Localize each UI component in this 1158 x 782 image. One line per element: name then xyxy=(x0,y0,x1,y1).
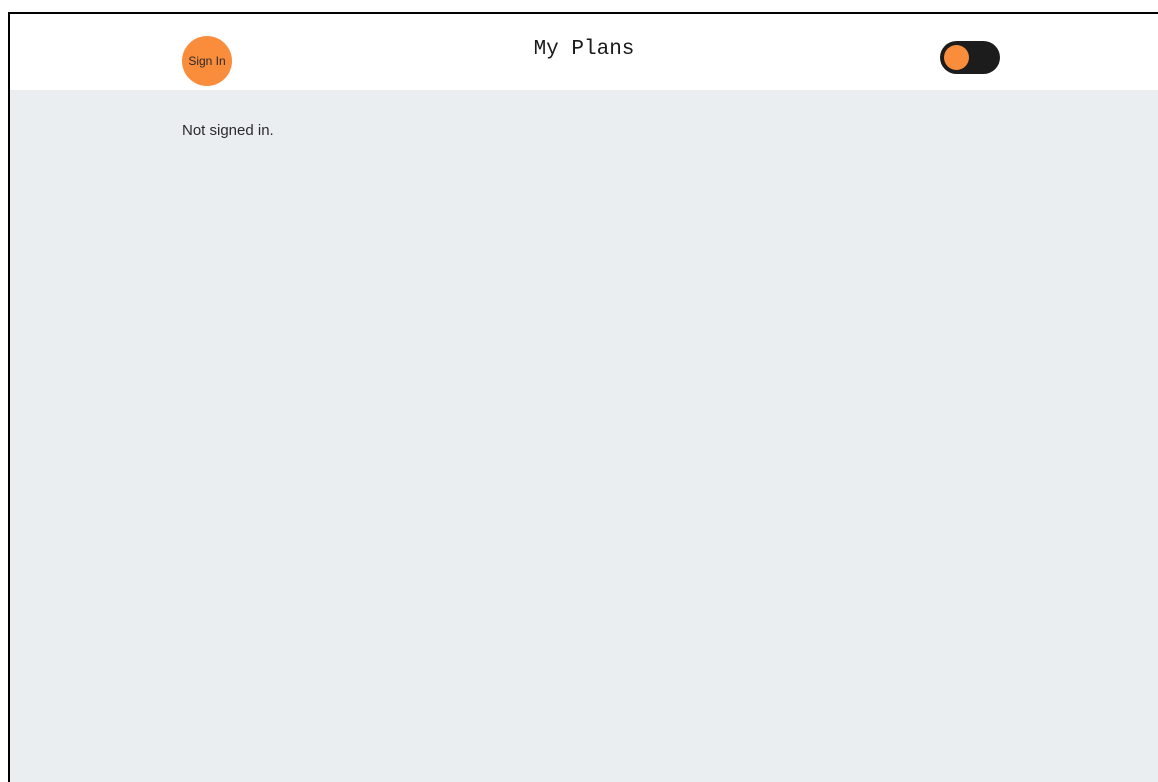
header-bar: Sign In My Plans xyxy=(10,14,1158,90)
app-frame: Sign In My Plans Not signed in. xyxy=(8,12,1158,782)
toggle-knob xyxy=(944,45,969,70)
theme-toggle[interactable] xyxy=(940,41,1000,74)
sign-in-status-text: Not signed in. xyxy=(182,122,274,139)
